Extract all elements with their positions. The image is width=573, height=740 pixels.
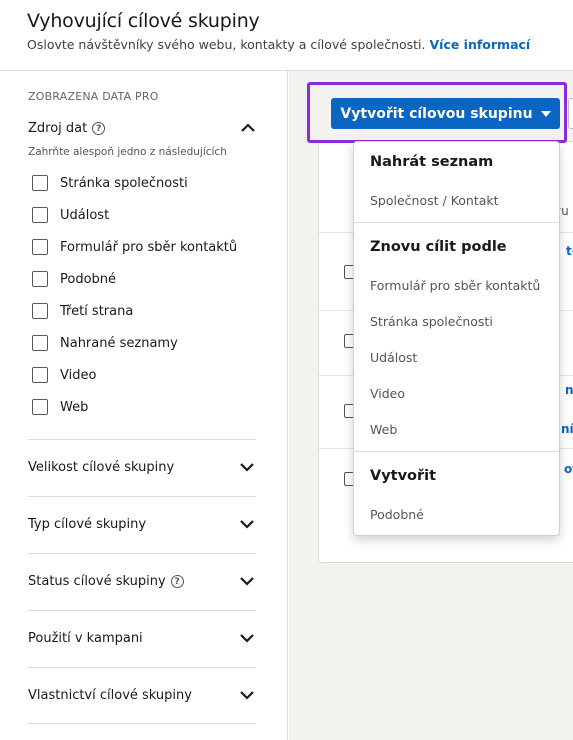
help-icon[interactable]: ? (92, 122, 106, 135)
filter-option-event[interactable]: Událost (32, 205, 109, 225)
accordion-audience-ownership[interactable]: Vlastnictví cílové skupiny (28, 667, 256, 724)
option-label: Nahrané seznamy (60, 335, 178, 351)
option-label: Video (60, 367, 97, 383)
checkbox[interactable] (32, 367, 48, 383)
accordion-label: Status cílové skupiny (28, 574, 166, 589)
more-info-link[interactable]: Více informací (429, 37, 530, 52)
chevron-down-icon[interactable] (238, 629, 256, 647)
accordion-label: Velikost cílové skupiny (28, 460, 175, 475)
accordion-label: Typ cílové skupiny (28, 517, 147, 532)
page-header: Vyhovující cílové skupiny Oslovte návště… (0, 0, 573, 71)
help-icon[interactable]: ? (170, 575, 184, 588)
caret-down-icon (540, 110, 551, 117)
data-source-label: Zdroj dat (28, 121, 88, 136)
filter-option-lookalike[interactable]: Podobné (32, 269, 116, 289)
filter-option-third-party[interactable]: Třetí strana (32, 301, 133, 321)
chevron-up-icon[interactable] (239, 119, 257, 137)
filter-option-company-page[interactable]: Stránka společnosti (32, 173, 188, 193)
checkbox[interactable] (32, 399, 48, 415)
menu-heading-create: Vytvořit (370, 468, 437, 484)
accordion-audience-status[interactable]: Status cílové skupiny? (28, 553, 256, 610)
checkbox[interactable] (32, 239, 48, 255)
menu-divider (354, 222, 559, 223)
option-label: Web (60, 399, 89, 415)
page-title: Vyhovující cílové skupiny (27, 10, 260, 32)
menu-item-lead-form[interactable]: Formulář pro sběr kontaktů (370, 278, 540, 293)
chevron-down-icon[interactable] (238, 515, 256, 533)
menu-item-video[interactable]: Video (370, 386, 405, 401)
accordion-label: Vlastnictví cílové skupiny (28, 688, 192, 703)
accordion-audience-size[interactable]: Velikost cílové skupiny (28, 439, 256, 496)
row-link-partial[interactable]: ní (565, 383, 573, 397)
menu-item-company-contact[interactable]: Společnost / Kontakt (370, 193, 499, 208)
checkbox[interactable] (32, 303, 48, 319)
menu-item-web[interactable]: Web (370, 422, 397, 437)
option-label: Událost (60, 207, 110, 223)
menu-heading-retarget: Znovu cílit podle (370, 239, 507, 255)
accordion-campaign-usage[interactable]: Použití v kampani (28, 610, 256, 667)
chevron-down-icon[interactable] (238, 458, 256, 476)
checkbox[interactable] (32, 335, 48, 351)
accordion-audience-type[interactable]: Typ cílové skupiny (28, 496, 256, 553)
data-source-hint: Zahrňte alespoň jedno z následujících (28, 146, 227, 158)
filter-panel: ZOBRAZENA DATA PRO Zdroj dat ? Zahrňte a… (0, 71, 288, 740)
filter-option-video[interactable]: Video (32, 365, 96, 385)
row-link-partial[interactable]: ofi (564, 462, 573, 476)
row-link-partial[interactable]: t-u (566, 244, 573, 258)
data-source-title[interactable]: Zdroj dat ? (28, 121, 106, 136)
menu-item-lookalike[interactable]: Podobné (370, 507, 424, 522)
filter-option-lead-form[interactable]: Formulář pro sběr kontaktů (32, 237, 237, 257)
menu-divider (354, 451, 559, 452)
checkbox[interactable] (32, 271, 48, 287)
chevron-down-icon[interactable] (238, 572, 256, 590)
create-audience-button[interactable]: Vytvořit cílovou skupinu (331, 98, 560, 129)
create-audience-label: Vytvořit cílovou skupinu (340, 105, 533, 122)
option-label: Stránka společnosti (60, 175, 188, 191)
chevron-down-icon[interactable] (238, 686, 256, 704)
accordion-label: Použití v kampani (28, 631, 143, 646)
checkbox[interactable] (32, 207, 48, 223)
filter-section-label: ZOBRAZENA DATA PRO (28, 90, 159, 103)
option-label: Podobné (60, 271, 117, 287)
row-link-partial[interactable]: ní t (561, 422, 573, 436)
menu-item-company-page[interactable]: Stránka společnosti (370, 314, 493, 329)
subtitle-text: Oslovte návštěvníky svého webu, kontakty… (27, 37, 426, 52)
option-label: Třetí strana (60, 303, 134, 319)
menu-item-event[interactable]: Událost (370, 350, 417, 365)
menu-heading-upload: Nahrát seznam (370, 154, 494, 170)
filter-option-uploaded-lists[interactable]: Nahrané seznamy (32, 333, 178, 353)
filter-option-web[interactable]: Web (32, 397, 88, 417)
option-label: Formulář pro sběr kontaktů (60, 239, 238, 255)
create-audience-menu: Nahrát seznam Společnost / Kontakt Znovu… (353, 141, 560, 536)
checkbox[interactable] (32, 175, 48, 191)
divider (28, 723, 256, 724)
page-subtitle: Oslovte návštěvníky svého webu, kontakty… (27, 37, 530, 52)
secondary-button-partial[interactable] (568, 98, 573, 129)
